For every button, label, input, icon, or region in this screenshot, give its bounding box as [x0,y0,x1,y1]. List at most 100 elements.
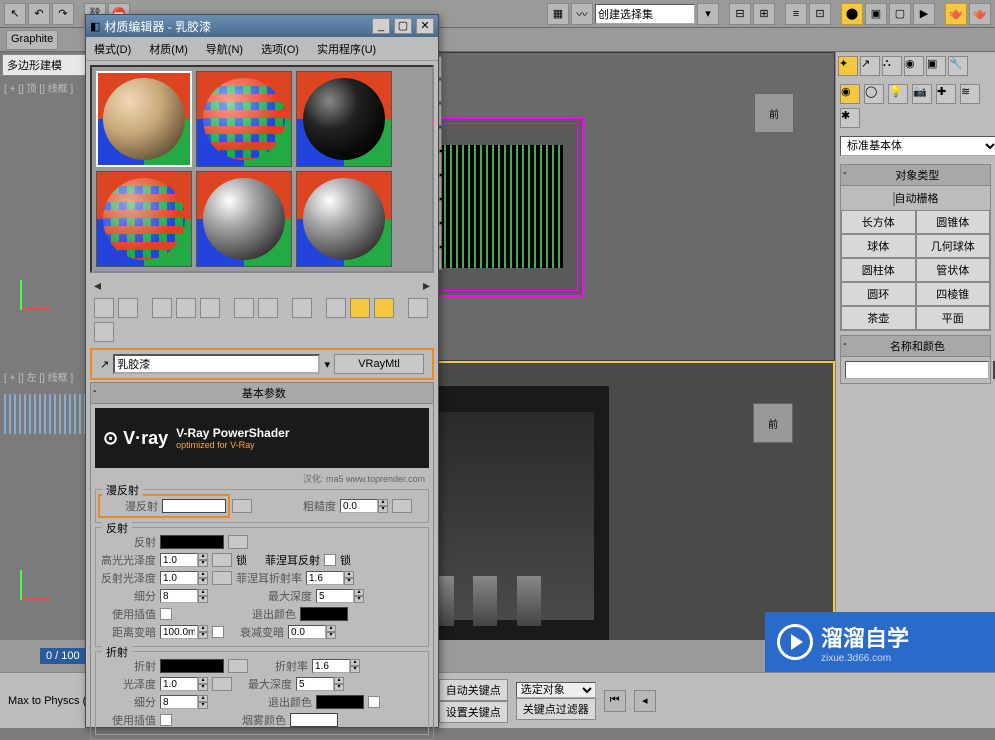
roughness-map-button[interactable] [392,499,412,513]
go-to-parent-icon[interactable] [374,298,394,318]
teapot-icon[interactable]: 🫖 [945,3,967,25]
torus-button[interactable]: 圆环 [841,282,916,306]
roughness-input[interactable] [340,499,378,513]
goto-start-icon[interactable]: ⏮ [604,690,626,712]
slot-scroll-left-icon[interactable]: ◂ [94,277,101,294]
graphite-tab[interactable]: Graphite [6,30,58,50]
primitive-dropdown[interactable]: 标准基本体 [840,136,995,156]
pick-icon[interactable]: ↗ [100,358,109,371]
fresnel-ior-input[interactable] [306,571,344,585]
display-tab-icon[interactable]: ▣ [926,56,946,76]
schematic-icon[interactable]: ⊡ [809,3,831,25]
keyfilter-button[interactable]: 关键点过滤器 [516,698,596,720]
systems-icon[interactable]: ✱ [840,108,860,128]
show-in-vp-icon[interactable] [326,298,346,318]
lights-icon[interactable]: 💡 [888,84,908,104]
reset-icon[interactable] [176,298,196,318]
layer-icon[interactable]: ▦ [547,3,569,25]
material-slot-2[interactable] [196,71,292,167]
refl-interp-check[interactable] [160,608,172,620]
poly-modeling-label[interactable]: 多边形建模 [2,54,89,76]
refl-maxdepth-input[interactable] [316,589,354,603]
make-unique-icon[interactable] [234,298,254,318]
diffuse-color-swatch[interactable] [162,499,226,513]
teapot2-icon[interactable]: 🫖 [969,3,991,25]
refract-interp-check[interactable] [160,714,172,726]
material-slot-3[interactable] [296,71,392,167]
modify-tab-icon[interactable]: ↗ [860,56,880,76]
dim-distance-input[interactable] [160,625,198,639]
arrow-tool-icon[interactable]: ↖ [4,3,26,25]
align-icon[interactable]: ⊟ [729,3,751,25]
put-to-scene-icon[interactable] [118,298,138,318]
viewcube-front[interactable]: 前 [754,93,794,133]
fog-color-swatch[interactable] [290,713,338,727]
sphere-button[interactable]: 球体 [841,234,916,258]
material-name-input[interactable] [113,354,320,374]
material-slot-6[interactable] [296,171,392,267]
motion-tab-icon[interactable]: ◉ [904,56,924,76]
create-set-input[interactable] [595,4,695,24]
mat-id-icon[interactable] [292,298,312,318]
refract-maxdepth-input[interactable] [296,677,334,691]
fresnel-check[interactable] [324,554,336,566]
reflect-color-swatch[interactable] [160,535,224,549]
frame-indicator[interactable]: 0 / 100 [40,648,86,664]
geosphere-button[interactable]: 几何球体 [916,234,991,258]
minimize-button[interactable]: _ [372,18,390,34]
refract-gloss-input[interactable] [160,677,198,691]
name-dropdown-icon[interactable]: ▾ [324,358,330,371]
shapes-icon[interactable]: ◯ [864,84,884,104]
refl-gloss-input[interactable] [160,571,198,585]
material-slot-4[interactable] [96,171,192,267]
refl-subdivs-input[interactable] [160,589,198,603]
create-tab-icon[interactable]: ✦ [838,56,858,76]
viewcube-persp[interactable]: 前 [753,403,793,443]
refract-exit-color[interactable] [316,695,364,709]
layers-icon[interactable]: ≡ [785,3,807,25]
show-end-result-icon[interactable] [350,298,370,318]
render-setup-icon[interactable]: ▣ [865,3,887,25]
material-editor-icon[interactable]: ⬤ [841,3,863,25]
maximize-button[interactable]: ▢ [394,18,412,34]
slot-scroll-right-icon[interactable]: ▸ [423,277,430,294]
material-slot-1[interactable] [96,71,192,167]
geometry-icon[interactable]: ◉ [840,84,860,104]
teapot-button[interactable]: 茶壶 [841,306,916,330]
menu-util[interactable]: 实用程序(U) [317,41,376,57]
object-name-input[interactable] [845,361,989,379]
hierarchy-tab-icon[interactable]: ⛬ [882,56,902,76]
copy-icon[interactable] [200,298,220,318]
go-back-icon[interactable] [94,322,114,342]
reflect-map-button[interactable] [228,535,248,549]
dim-falloff-input[interactable] [288,625,326,639]
close-button[interactable]: ✕ [416,18,434,34]
get-material-icon[interactable] [94,298,114,318]
autokey-button[interactable]: 自动关键点 [439,679,508,701]
refract-subdivs-input[interactable] [160,695,198,709]
hilight-input[interactable] [160,553,198,567]
key-target-dropdown[interactable]: 选定对象 [516,682,596,698]
curve-icon[interactable]: 〰 [571,3,593,25]
utilities-tab-icon[interactable]: 🔧 [948,56,968,76]
refl-exit-color[interactable] [300,607,348,621]
cylinder-button[interactable]: 圆柱体 [841,258,916,282]
redo-icon[interactable]: ↷ [52,3,74,25]
dropdown-icon[interactable]: ▾ [697,3,719,25]
pyramid-button[interactable]: 四棱锥 [916,282,991,306]
spacewarps-icon[interactable]: ≋ [960,84,980,104]
material-slot-5[interactable] [196,171,292,267]
menu-nav[interactable]: 导航(N) [206,41,243,57]
mirror-icon[interactable]: ⊞ [753,3,775,25]
cameras-icon[interactable]: 📷 [912,84,932,104]
refract-ior-input[interactable] [312,659,350,673]
tube-button[interactable]: 管状体 [916,258,991,282]
menu-options[interactable]: 选项(O) [261,41,299,57]
assign-icon[interactable] [152,298,172,318]
undo-icon[interactable]: ↶ [28,3,50,25]
material-type-button[interactable]: VRayMtl [334,354,424,374]
diffuse-map-button[interactable] [232,499,252,513]
put-to-library-icon[interactable] [258,298,278,318]
prev-frame-icon[interactable]: ◂ [634,690,656,712]
plane-button[interactable]: 平面 [916,306,991,330]
